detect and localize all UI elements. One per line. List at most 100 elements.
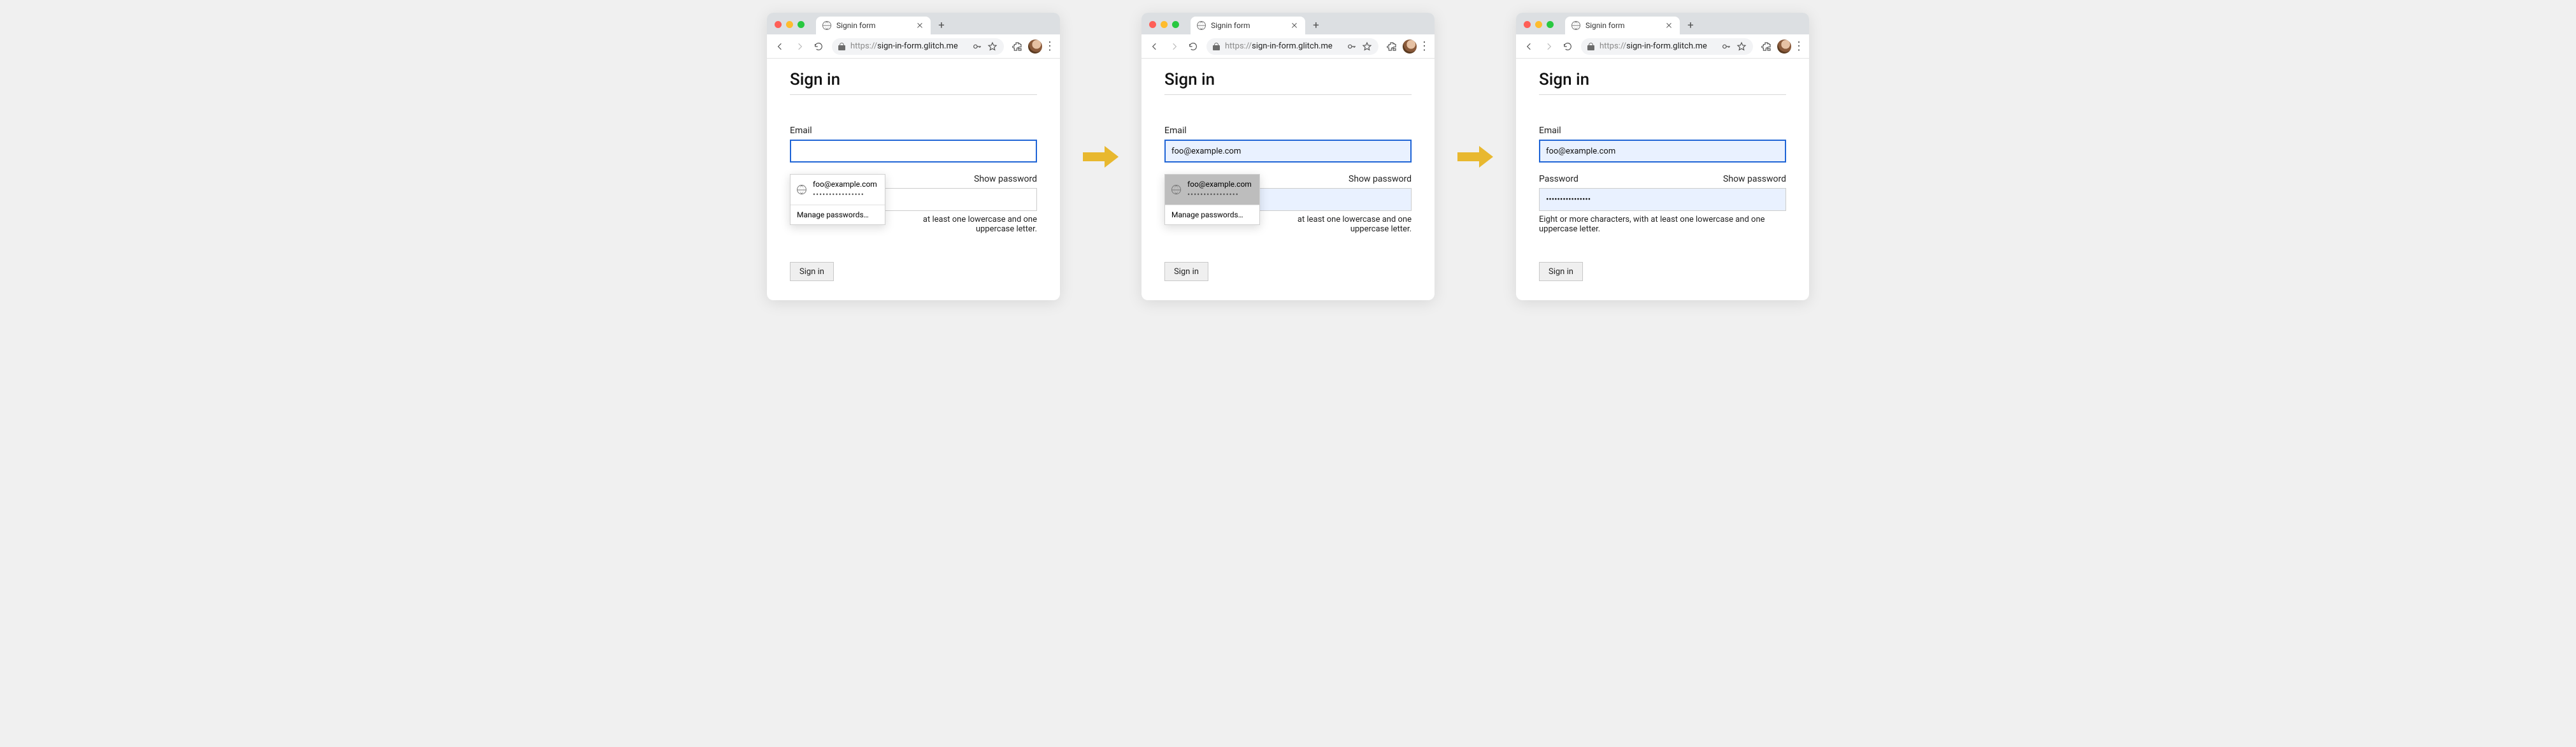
signin-button[interactable]: Sign in xyxy=(1164,262,1208,281)
email-label: Email xyxy=(790,126,812,136)
email-input[interactable] xyxy=(790,140,1037,163)
lock-icon xyxy=(838,43,845,50)
email-field-group: Email foo@example.com xyxy=(1539,126,1786,163)
new-tab-button[interactable]: + xyxy=(1308,17,1324,34)
manage-passwords-link[interactable]: Manage passwords… xyxy=(791,205,885,224)
show-password-toggle[interactable]: Show password xyxy=(1723,174,1786,184)
new-tab-button[interactable]: + xyxy=(1682,17,1699,34)
kebab-menu-icon[interactable] xyxy=(1419,41,1429,52)
email-input[interactable]: foo@example.com xyxy=(1164,140,1412,163)
reload-icon xyxy=(1563,41,1573,52)
suggestion-email: foo@example.com xyxy=(813,180,877,190)
back-button[interactable] xyxy=(1147,38,1163,55)
suggestion-password-mask: •••••••••••••••• xyxy=(1187,190,1252,200)
toolbar: https://sign-in-form.glitch.me xyxy=(1516,34,1809,59)
kebab-menu-icon[interactable] xyxy=(1794,41,1804,52)
star-icon[interactable] xyxy=(987,41,998,52)
page-heading: Sign in xyxy=(1539,70,1786,95)
suggestion-password-mask: •••••••••••••••• xyxy=(813,190,877,200)
profile-avatar[interactable] xyxy=(1028,40,1042,54)
extensions-button[interactable] xyxy=(1758,38,1775,55)
back-button[interactable] xyxy=(772,38,789,55)
forward-button[interactable] xyxy=(1540,38,1557,55)
profile-avatar[interactable] xyxy=(1777,40,1791,54)
password-field-group: Password Show password •••••••••••••••• … xyxy=(1539,174,1786,234)
key-icon[interactable] xyxy=(1721,41,1731,52)
traffic-lights xyxy=(1524,21,1554,28)
arrow-left-icon xyxy=(1524,41,1535,52)
globe-icon xyxy=(1171,185,1181,194)
puzzle-icon xyxy=(1387,41,1397,52)
close-window-button[interactable] xyxy=(1524,21,1531,28)
forward-button[interactable] xyxy=(791,38,808,55)
password-autofill-dropdown: foo@example.com •••••••••••••••• Manage … xyxy=(1164,174,1260,225)
password-help-text: Eight or more characters, with at least … xyxy=(1539,215,1786,234)
password-input[interactable]: •••••••••••••••• xyxy=(1539,188,1786,211)
traffic-lights xyxy=(775,21,805,28)
key-icon[interactable] xyxy=(972,41,982,52)
globe-icon xyxy=(822,21,831,30)
puzzle-icon xyxy=(1761,41,1771,52)
autofill-suggestion[interactable]: foo@example.com •••••••••••••••• xyxy=(1165,175,1259,205)
maximize-window-button[interactable] xyxy=(798,21,805,28)
maximize-window-button[interactable] xyxy=(1172,21,1179,28)
arrow-right-icon xyxy=(1169,41,1179,52)
email-input[interactable]: foo@example.com xyxy=(1539,140,1786,163)
tab-title: Signin form xyxy=(836,21,910,30)
lock-icon xyxy=(1587,43,1594,50)
reload-button[interactable] xyxy=(1559,38,1576,55)
forward-button[interactable] xyxy=(1166,38,1182,55)
show-password-toggle[interactable]: Show password xyxy=(974,174,1037,184)
flow-arrow-icon xyxy=(1083,145,1119,169)
page-heading: Sign in xyxy=(1164,70,1412,95)
arrow-right-icon xyxy=(794,41,805,52)
reload-button[interactable] xyxy=(1185,38,1201,55)
close-tab-icon[interactable] xyxy=(915,21,924,30)
browser-tab[interactable]: Signin form xyxy=(1565,17,1680,34)
lock-icon xyxy=(1213,43,1220,50)
arrow-left-icon xyxy=(775,41,785,52)
globe-icon xyxy=(1197,21,1206,30)
address-bar[interactable]: https://sign-in-form.glitch.me xyxy=(832,38,1004,55)
maximize-window-button[interactable] xyxy=(1547,21,1554,28)
close-tab-icon[interactable] xyxy=(1290,21,1299,30)
page-content: Sign in Email foo@example.com Password S… xyxy=(1516,59,1809,300)
url-text: https://sign-in-form.glitch.me xyxy=(1599,41,1716,51)
extensions-button[interactable] xyxy=(1384,38,1400,55)
titlebar: Signin form + xyxy=(1141,13,1435,34)
key-icon[interactable] xyxy=(1347,41,1357,52)
toolbar: https://sign-in-form.glitch.me xyxy=(1141,34,1435,59)
minimize-window-button[interactable] xyxy=(786,21,793,28)
browser-tab[interactable]: Signin form xyxy=(816,17,931,34)
globe-icon xyxy=(1571,21,1580,30)
tab-title: Signin form xyxy=(1585,21,1659,30)
flow-arrow-icon xyxy=(1457,145,1493,169)
address-bar[interactable]: https://sign-in-form.glitch.me xyxy=(1581,38,1753,55)
profile-avatar[interactable] xyxy=(1403,40,1417,54)
titlebar: Signin form + xyxy=(1516,13,1809,34)
star-icon[interactable] xyxy=(1736,41,1747,52)
close-window-button[interactable] xyxy=(1149,21,1156,28)
close-window-button[interactable] xyxy=(775,21,782,28)
autofill-suggestion[interactable]: foo@example.com •••••••••••••••• xyxy=(791,175,885,205)
back-button[interactable] xyxy=(1521,38,1538,55)
new-tab-button[interactable]: + xyxy=(933,17,950,34)
extensions-button[interactable] xyxy=(1009,38,1026,55)
signin-button[interactable]: Sign in xyxy=(1539,262,1583,281)
email-label: Email xyxy=(1539,126,1561,136)
reload-button[interactable] xyxy=(810,38,827,55)
star-icon[interactable] xyxy=(1362,41,1372,52)
minimize-window-button[interactable] xyxy=(1535,21,1542,28)
minimize-window-button[interactable] xyxy=(1161,21,1168,28)
url-text: https://sign-in-form.glitch.me xyxy=(850,41,967,51)
globe-icon xyxy=(797,185,806,194)
browser-tab[interactable]: Signin form xyxy=(1191,17,1305,34)
address-bar[interactable]: https://sign-in-form.glitch.me xyxy=(1206,38,1378,55)
show-password-toggle[interactable]: Show password xyxy=(1349,174,1412,184)
signin-button[interactable]: Sign in xyxy=(790,262,834,281)
traffic-lights xyxy=(1149,21,1179,28)
manage-passwords-link[interactable]: Manage passwords… xyxy=(1165,205,1259,224)
close-tab-icon[interactable] xyxy=(1664,21,1673,30)
kebab-menu-icon[interactable] xyxy=(1045,41,1055,52)
page-heading: Sign in xyxy=(790,70,1037,95)
